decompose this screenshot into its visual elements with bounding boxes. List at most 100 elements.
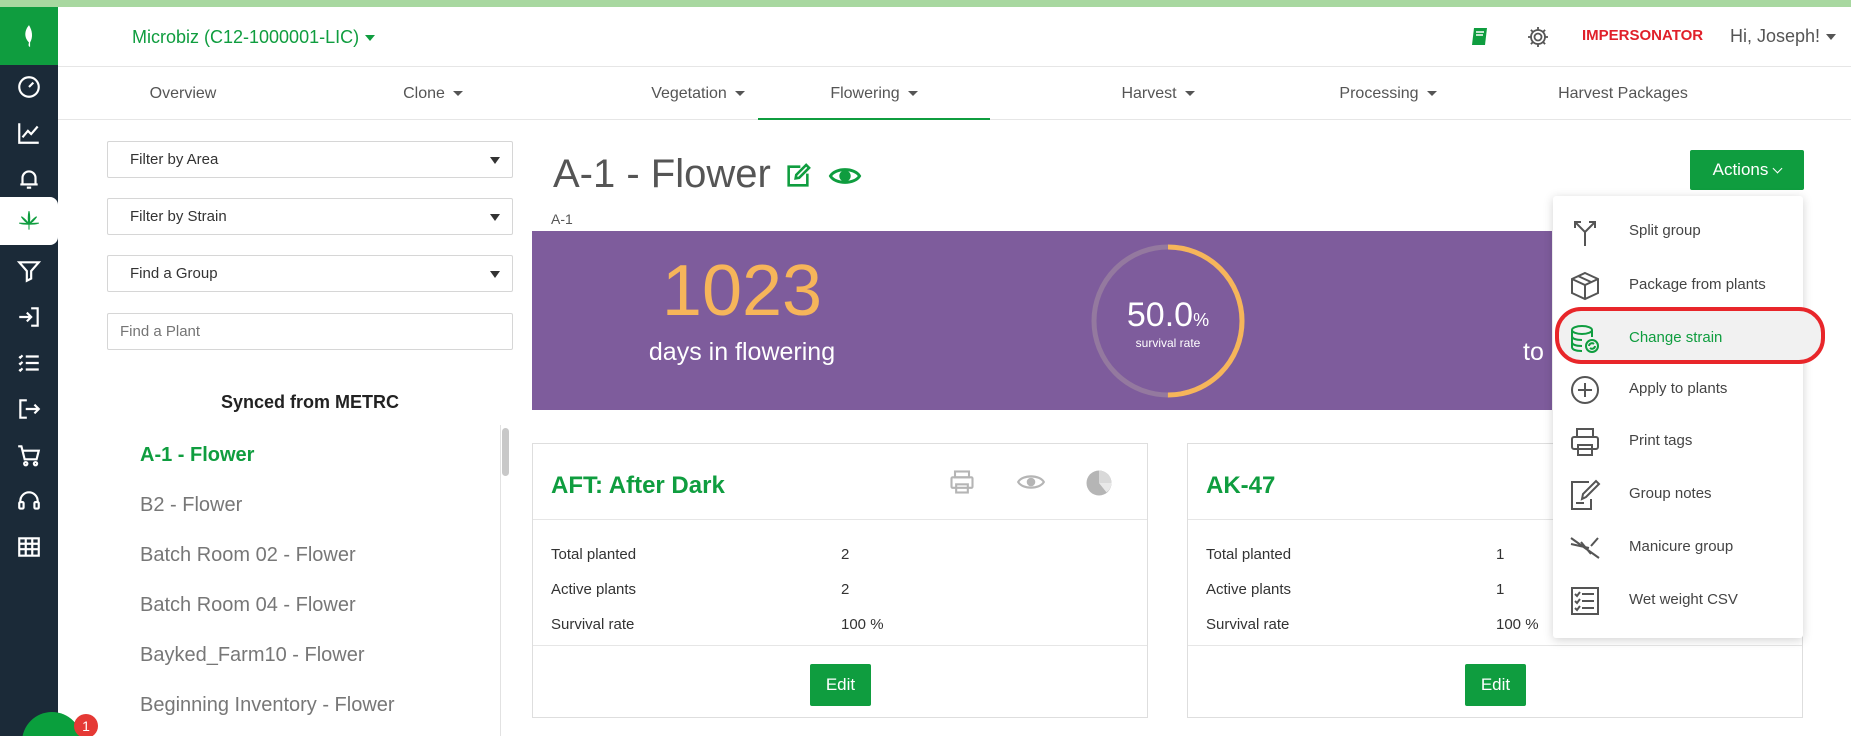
list-item[interactable]: Bayked_Farm10 - Flower (140, 644, 480, 694)
tab-label: Overview (149, 85, 217, 102)
list-item[interactable]: Batch Room 02 - Flower (140, 544, 480, 594)
section-title: Synced from METRC (220, 392, 400, 412)
leaf-logo-icon[interactable] (0, 7, 58, 65)
caret-down-icon (490, 271, 500, 278)
book-icon[interactable] (1468, 25, 1492, 54)
impersonator-label: IMPERSONATOR (1582, 27, 1704, 44)
tab-harvest-packages[interactable]: Harvest Packages (1498, 67, 1748, 120)
printer-icon[interactable] (948, 468, 976, 501)
strain-title: AFT: After Dark (551, 472, 725, 499)
chevron-down-icon (1184, 91, 1195, 97)
menu-item-label: Group notes (1629, 485, 1712, 502)
menu-item-label: Wet weight CSV (1629, 591, 1738, 608)
table-icon[interactable] (0, 523, 58, 571)
find-group-label: Find a Group (130, 265, 218, 282)
top-header: Microbiz (C12-1000001-LIC) IMPERSONATOR … (58, 7, 1851, 67)
menu-item-label: Split group (1629, 222, 1701, 239)
chevron-down-icon (452, 91, 463, 97)
notes-icon (1571, 479, 1601, 510)
row-value: 2 (841, 581, 850, 598)
gear-icon[interactable] (1526, 25, 1550, 54)
edit-button[interactable]: Edit (1465, 664, 1526, 706)
card-divider (533, 645, 1147, 646)
tab-label: Harvest (1121, 85, 1177, 102)
menu-item-manicure-group[interactable]: Manicure group (1553, 524, 1803, 572)
menu-item-label: Change strain (1629, 329, 1723, 346)
menu-item-label: Manicure group (1629, 538, 1734, 555)
icon-rail (0, 7, 58, 736)
menu-item-label: Package from plants (1629, 276, 1766, 293)
filter-icon[interactable] (0, 247, 58, 295)
stat-partial-label: to (1523, 338, 1544, 366)
menu-item-apply-to-plants[interactable]: Apply to plants (1553, 366, 1803, 414)
chevron-down-icon (1426, 91, 1437, 97)
actions-button[interactable]: Actions (1690, 150, 1804, 190)
eye-icon[interactable] (828, 162, 862, 195)
eye-icon[interactable] (1016, 468, 1046, 501)
database-refresh-icon (1571, 325, 1599, 353)
tab-harvest[interactable]: Harvest (1058, 67, 1258, 120)
package-icon (1571, 271, 1599, 301)
scrollbar-thumb[interactable] (502, 428, 509, 476)
checklist-icon[interactable] (0, 339, 58, 387)
menu-item-change-strain[interactable]: Change strain (1553, 315, 1803, 363)
greeting-label: Hi, Joseph! (1730, 26, 1821, 46)
find-plant-input[interactable] (107, 313, 513, 350)
edit-button[interactable]: Edit (810, 664, 871, 706)
list-item[interactable]: A-1 - Flower (140, 444, 480, 494)
caret-down-icon (490, 157, 500, 164)
row-value: 2 (841, 546, 850, 563)
card-divider (533, 519, 1147, 520)
tab-overview[interactable]: Overview (108, 67, 258, 120)
list-item[interactable]: Batch Room 04 - Flower (140, 594, 480, 644)
chevron-down-icon (1826, 34, 1837, 41)
list-item[interactable]: B2 - Flower (140, 494, 480, 544)
tab-label: Clone (403, 85, 445, 102)
days-label: days in flowering (648, 338, 836, 366)
survival-label: survival rate (1135, 336, 1201, 350)
org-selector[interactable]: Microbiz (C12-1000001-LIC) (132, 27, 376, 48)
list-item[interactable]: Beginning Inventory - Flower (140, 694, 480, 736)
tab-processing[interactable]: Processing (1278, 67, 1498, 120)
card-divider (1188, 645, 1802, 646)
chart-icon[interactable] (0, 109, 58, 157)
chevron-down-icon (1772, 163, 1783, 174)
pie-chart-icon[interactable] (1084, 468, 1114, 503)
tab-label: Processing (1339, 85, 1419, 102)
survival-unit: % (1193, 310, 1210, 330)
top-accent-strip (0, 0, 1851, 7)
plus-circle-icon (1571, 376, 1599, 404)
bell-icon[interactable] (0, 155, 58, 203)
filter-area-label: Filter by Area (130, 151, 219, 168)
dashboard-icon[interactable] (0, 63, 58, 111)
menu-item-package-from-plants[interactable]: Package from plants (1553, 262, 1803, 310)
sign-in-icon[interactable] (0, 293, 58, 341)
tab-flowering[interactable]: Flowering (758, 67, 990, 120)
filter-area-select[interactable]: Filter by Area (107, 141, 513, 178)
user-menu[interactable]: Hi, Joseph! (1730, 26, 1837, 47)
menu-item-wet-weight-csv[interactable]: Wet weight CSV (1553, 577, 1803, 625)
chevron-down-icon (734, 91, 745, 97)
sign-out-icon[interactable] (0, 385, 58, 433)
tab-label: Flowering (830, 85, 900, 102)
days-count: 1023 (661, 251, 823, 331)
main-tabs: Overview Clone Vegetation Flowering Harv… (58, 67, 1851, 120)
row-value: 1 (1496, 546, 1505, 563)
menu-item-split-group[interactable]: Split group (1553, 208, 1803, 256)
tab-clone[interactable]: Clone (338, 67, 528, 120)
edit-icon[interactable] (784, 162, 812, 195)
find-group-select[interactable]: Find a Group (107, 255, 513, 292)
menu-item-group-notes[interactable]: Group notes (1553, 471, 1803, 519)
caret-down-icon (490, 214, 500, 221)
survival-number: 50.0 (1126, 296, 1194, 334)
menu-item-print-tags[interactable]: Print tags (1553, 418, 1803, 466)
menu-item-label: Apply to plants (1629, 380, 1728, 397)
scissors-icon (1570, 537, 1600, 559)
checklist-icon (1571, 587, 1599, 615)
filter-strain-select[interactable]: Filter by Strain (107, 198, 513, 235)
row-label: Active plants (551, 581, 637, 598)
row-value: 100 % (1496, 616, 1539, 633)
headset-icon[interactable] (0, 477, 58, 525)
cart-icon[interactable] (0, 431, 58, 479)
cannabis-icon[interactable] (0, 197, 58, 245)
